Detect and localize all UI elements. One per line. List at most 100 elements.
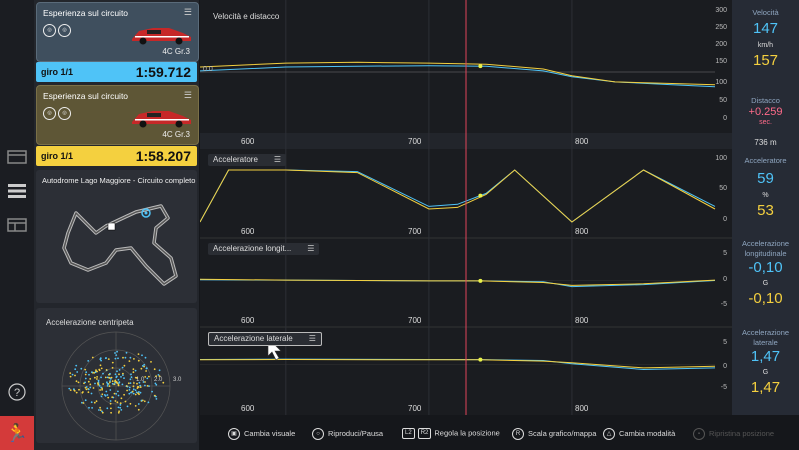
- g-sample-dot: [98, 385, 101, 387]
- g-sample-dot: [91, 407, 93, 409]
- lap-label: giro 1/1: [41, 67, 74, 77]
- menu-icon[interactable]: ☰: [307, 244, 314, 253]
- lap-time-bar-a[interactable]: giro 1/1 1:59.712: [36, 62, 197, 82]
- g-sample-dot: [130, 373, 132, 376]
- x-tick: 600: [241, 137, 255, 146]
- x-tick: 600: [241, 404, 255, 413]
- lat-acc-title: Accelerazione laterale: [741, 328, 790, 347]
- y-tick: 100: [715, 79, 727, 86]
- g-sample-dot: [101, 393, 104, 396]
- g-sample-dot: [115, 354, 118, 356]
- track-name: Autodrome Lago Maggiore - Circuito compl…: [42, 176, 196, 185]
- lap-card-b[interactable]: Esperienza sul circuito ☰ ◎ ◎ 4C Gr.3: [36, 85, 199, 145]
- race-car-icon: [132, 28, 191, 45]
- assist-badge-icon: ◎: [58, 107, 71, 120]
- lap-label: giro 1/1: [41, 151, 74, 161]
- g-sample-dot: [155, 383, 158, 386]
- g-sample-dot: [101, 411, 104, 414]
- series-line-b: [200, 358, 716, 369]
- hint-scale-graph[interactable]: R Scala grafico/mappa: [512, 428, 596, 440]
- layout-list-icon[interactable]: [7, 183, 27, 199]
- hint-change-view[interactable]: ▣ Cambia visuale: [228, 428, 295, 440]
- centripetal-card[interactable]: Accelerazione centripeta 1.0 2.0 3.0: [36, 308, 197, 443]
- charts-svg[interactable]: [200, 0, 732, 415]
- g-sample-dot: [81, 391, 84, 394]
- g-sample-dot: [87, 391, 90, 394]
- track-map[interactable]: [36, 188, 197, 301]
- g-sample-dot: [125, 351, 128, 354]
- g-sample-dot: [144, 376, 147, 378]
- g-sample-dot: [87, 380, 90, 383]
- y-tick: 5: [723, 339, 727, 346]
- g-sample-dot: [141, 354, 143, 357]
- g-sample-dot: [91, 356, 94, 359]
- lap-card-title: Esperienza sul circuito: [43, 91, 129, 101]
- menu-icon[interactable]: ☰: [274, 155, 281, 164]
- g-sample-dot: [99, 389, 101, 391]
- layout-rows-icon[interactable]: [7, 150, 27, 164]
- menu-icon[interactable]: ☰: [309, 334, 316, 343]
- g-sample-dot: [99, 358, 102, 361]
- g-sample-dot: [123, 393, 125, 396]
- g-sample-dot: [124, 356, 127, 359]
- layout-grid-icon[interactable]: [7, 218, 27, 232]
- g-sample-dot: [95, 400, 98, 403]
- g-sample-dot: [91, 371, 93, 374]
- hint-play-pause[interactable]: ○ Riproduci/Pausa: [312, 428, 383, 440]
- g-sample-dot: [133, 382, 135, 384]
- g-sample-dot: [113, 392, 116, 395]
- g-sample-dot: [119, 404, 122, 406]
- speed-unit: km/h: [757, 42, 774, 49]
- g-sample-dot: [76, 371, 79, 373]
- help-icon[interactable]: ?: [7, 382, 27, 402]
- g-sample-dot: [145, 367, 148, 370]
- lap-time-bar-b[interactable]: giro 1/1 1:58.207: [36, 146, 197, 166]
- g-sample-dot: [111, 361, 114, 364]
- y-tick: 150: [715, 58, 727, 65]
- hint-reset-position: ▪ Ripristina posizione: [693, 428, 774, 440]
- g-sample-dot: [109, 389, 112, 391]
- g-sample-dot: [134, 405, 137, 407]
- g-sample-dot: [99, 406, 101, 409]
- hint-change-mode[interactable]: △ Cambia modalità: [603, 428, 675, 440]
- long-acc-pane-title[interactable]: Accelerazione longit... ☰: [208, 243, 320, 255]
- track-map-card[interactable]: Autodrome Lago Maggiore - Circuito compl…: [36, 170, 197, 303]
- g-sample-dot: [117, 406, 120, 409]
- g-sample-dot: [102, 383, 105, 385]
- lap-card-a[interactable]: Esperienza sul circuito ☰ ◎ ◎ 4C Gr.3: [36, 2, 199, 62]
- series-line-a: [200, 65, 716, 88]
- g-sample-dot: [143, 363, 146, 366]
- lat-acc-value-b: 1,47: [750, 379, 781, 396]
- g-sample-dot: [80, 367, 83, 370]
- g-sample-dot: [136, 382, 138, 385]
- y-tick: 300: [715, 7, 727, 14]
- lat-acc-pane-title[interactable]: Accelerazione laterale ☰: [208, 332, 322, 346]
- g-sample-dot: [68, 387, 71, 390]
- g-sample-dot: [144, 384, 146, 387]
- g-sample-dot: [114, 379, 117, 382]
- centripetal-title: Accelerazione centripeta: [46, 318, 134, 327]
- hint-adjust-position[interactable]: L2 R2 Regola la posizione: [402, 428, 500, 439]
- g-sample-dot: [139, 391, 142, 394]
- menu-icon[interactable]: ☰: [184, 90, 192, 101]
- lat-acc-value-a: 1,47: [750, 348, 781, 365]
- g-sample-dot: [84, 368, 87, 371]
- g-sample-dot: [114, 373, 117, 376]
- g-sample-dot: [110, 411, 112, 414]
- g-sample-dot: [128, 392, 131, 395]
- cursor-dot: [478, 64, 483, 69]
- gap-zero-label: 0.0: [203, 66, 213, 73]
- throttle-pane-title[interactable]: Acceleratore ☰: [208, 154, 287, 166]
- telemetry-charts[interactable]: Velocità e distacco Acceleratore ☰ Accele…: [200, 0, 732, 415]
- g-sample-dot: [129, 356, 132, 359]
- exit-button[interactable]: 🏃: [0, 416, 34, 450]
- x-tick: 800: [575, 316, 589, 325]
- long-acc-value-a: -0,10: [748, 259, 783, 276]
- throttle-title: Acceleratore: [744, 156, 787, 165]
- x-tick: 800: [575, 227, 589, 236]
- g-sample-dot: [115, 375, 118, 378]
- g-sample-dot: [81, 401, 83, 404]
- g-sample-dot: [132, 388, 135, 391]
- menu-icon[interactable]: ☰: [184, 7, 192, 18]
- x-tick: 700: [408, 316, 422, 325]
